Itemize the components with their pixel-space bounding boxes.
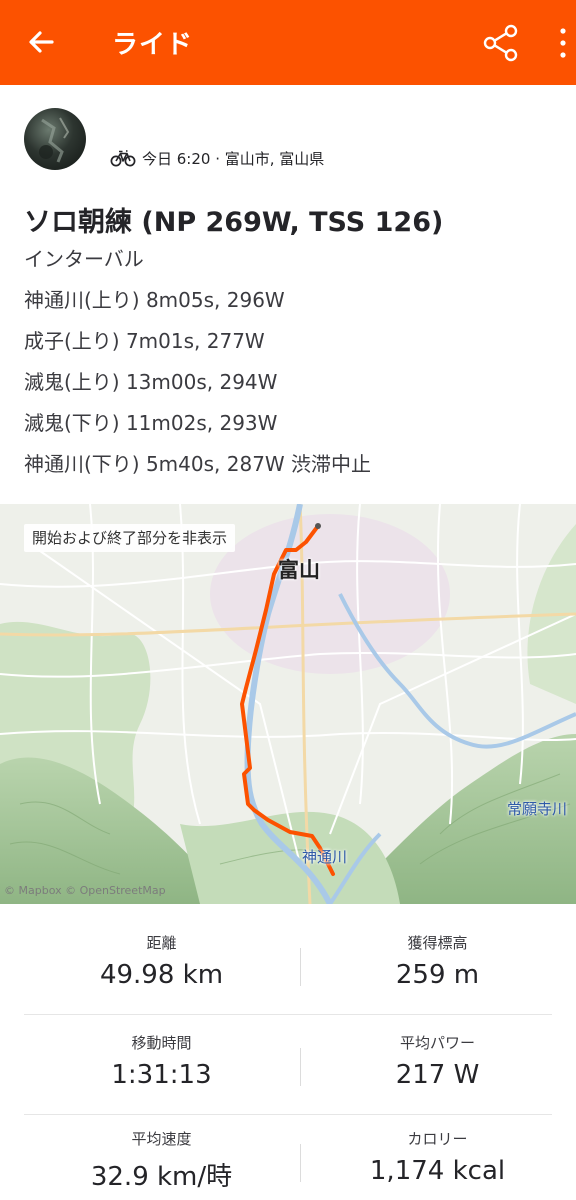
map-river-label: 常願寺川 xyxy=(507,800,568,818)
stat-label: 獲得標高 xyxy=(407,934,468,952)
divider xyxy=(24,1114,552,1115)
divider xyxy=(24,1014,552,1015)
stat-elevation: 獲得標高 259 m xyxy=(300,932,575,990)
map-city-label: 富山 xyxy=(278,558,320,582)
avatar[interactable] xyxy=(24,108,86,170)
stat-label: 平均パワー xyxy=(399,1034,475,1052)
description-line: 成子(上り) 7m01s, 277W xyxy=(24,329,265,353)
stat-value: 1,174 kcal xyxy=(369,1156,506,1186)
activity-description: インターバル 神通川(上り) 8m05s, 296W 成子(上り) 7m01s,… xyxy=(24,243,564,489)
stat-value: 32.9 km/時 xyxy=(90,1162,233,1192)
activity-title: ソロ朝練 (NP 269W, TSS 126) xyxy=(24,207,444,238)
stat-value: 49.98 km xyxy=(99,960,224,990)
stat-value: 217 W xyxy=(395,1060,480,1090)
route-map[interactable]: 開始および終了部分を非表示 富山 常願寺川 神通川 © Mapbox © Ope… xyxy=(0,504,576,904)
description-line: 神通川(上り) 8m05s, 296W xyxy=(24,288,285,312)
app-bar: ライド xyxy=(0,0,576,85)
avatar-image xyxy=(39,117,70,163)
stat-label: 距離 xyxy=(146,934,177,952)
arrow-left-icon[interactable] xyxy=(22,22,62,62)
stat-value: 259 m xyxy=(395,960,480,990)
description-line: インターバル xyxy=(24,247,144,271)
activity-date-location: 今日 6:20 · 富山市, 富山県 xyxy=(142,149,325,168)
share-icon[interactable] xyxy=(480,22,522,64)
stat-label: カロリー xyxy=(407,1130,468,1148)
stat-avg-power: 平均パワー 217 W xyxy=(300,1032,575,1090)
stat-distance: 距離 49.98 km xyxy=(24,932,299,990)
stat-calories: カロリー 1,174 kcal xyxy=(300,1128,575,1186)
stat-label: 移動時間 xyxy=(131,1034,192,1052)
description-line: 神通川(下り) 5m40s, 287W 渋滞中止 xyxy=(24,452,372,476)
map-attribution: © Mapbox © OpenStreetMap xyxy=(4,884,166,897)
stat-value: 1:31:13 xyxy=(111,1060,212,1090)
more-vertical-icon[interactable] xyxy=(552,22,574,64)
hide-start-end-toggle[interactable]: 開始および終了部分を非表示 xyxy=(24,524,236,552)
bike-icon xyxy=(110,150,136,167)
description-line: 滅鬼(上り) 13m00s, 294W xyxy=(24,370,278,394)
activity-meta: 今日 6:20 · 富山市, 富山県 xyxy=(110,147,324,169)
stat-label: 平均速度 xyxy=(131,1130,192,1148)
map-river-label: 神通川 xyxy=(302,848,348,866)
route-end-marker xyxy=(315,523,321,529)
stat-avg-speed: 平均速度 32.9 km/時 xyxy=(24,1128,299,1193)
page-title: ライド xyxy=(112,30,194,60)
description-line: 滅鬼(下り) 11m02s, 293W xyxy=(24,411,278,435)
stat-moving-time: 移動時間 1:31:13 xyxy=(24,1032,299,1090)
